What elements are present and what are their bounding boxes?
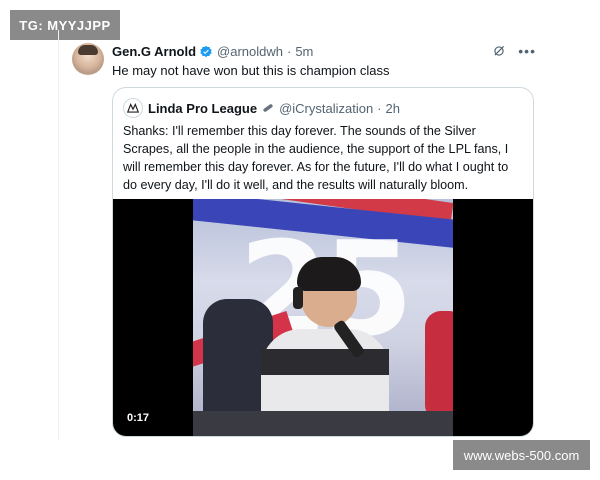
watermark-bottom-right: www.webs-500.com [453, 440, 590, 470]
video-player[interactable]: 25 0:17 [113, 199, 533, 436]
quoted-tweet-header: Linda Pro League @iCrystalization · 2h [123, 98, 400, 118]
video-timestamp: 0:17 [121, 410, 156, 426]
tweet-actions: ••• [492, 44, 536, 58]
author-avatar[interactable] [72, 43, 104, 75]
quoted-tweet[interactable]: Linda Pro League @iCrystalization · 2h S… [112, 87, 534, 437]
quoted-author-handle[interactable]: @iCrystalization [279, 101, 373, 116]
tweet-text: He may not have won but this is champion… [112, 63, 390, 78]
video-frame: 25 [193, 199, 453, 436]
grok-icon[interactable] [492, 44, 506, 58]
separator-dot: · [286, 44, 292, 59]
quoted-separator-dot: · [377, 100, 382, 116]
author-name[interactable]: Gen.G Arnold [112, 44, 196, 59]
watermark-top-left: TG: MYYJJPP [10, 10, 120, 40]
author-handle[interactable]: @arnoldwh [217, 44, 283, 59]
thread-divider [58, 30, 59, 440]
quoted-author-avatar[interactable] [123, 98, 143, 118]
verified-badge-icon [200, 45, 212, 57]
affiliate-badge-icon [263, 104, 273, 112]
quoted-tweet-time[interactable]: 2h [386, 101, 400, 116]
more-icon[interactable]: ••• [518, 44, 536, 58]
lpl-logo-icon [126, 103, 140, 113]
tweet-time[interactable]: 5m [295, 44, 313, 59]
tweet-header: Gen.G Arnold @arnoldwh · 5m [112, 44, 313, 59]
quoted-author-name[interactable]: Linda Pro League [148, 101, 257, 116]
quoted-tweet-text: Shanks: I'll remember this day forever. … [123, 124, 509, 192]
